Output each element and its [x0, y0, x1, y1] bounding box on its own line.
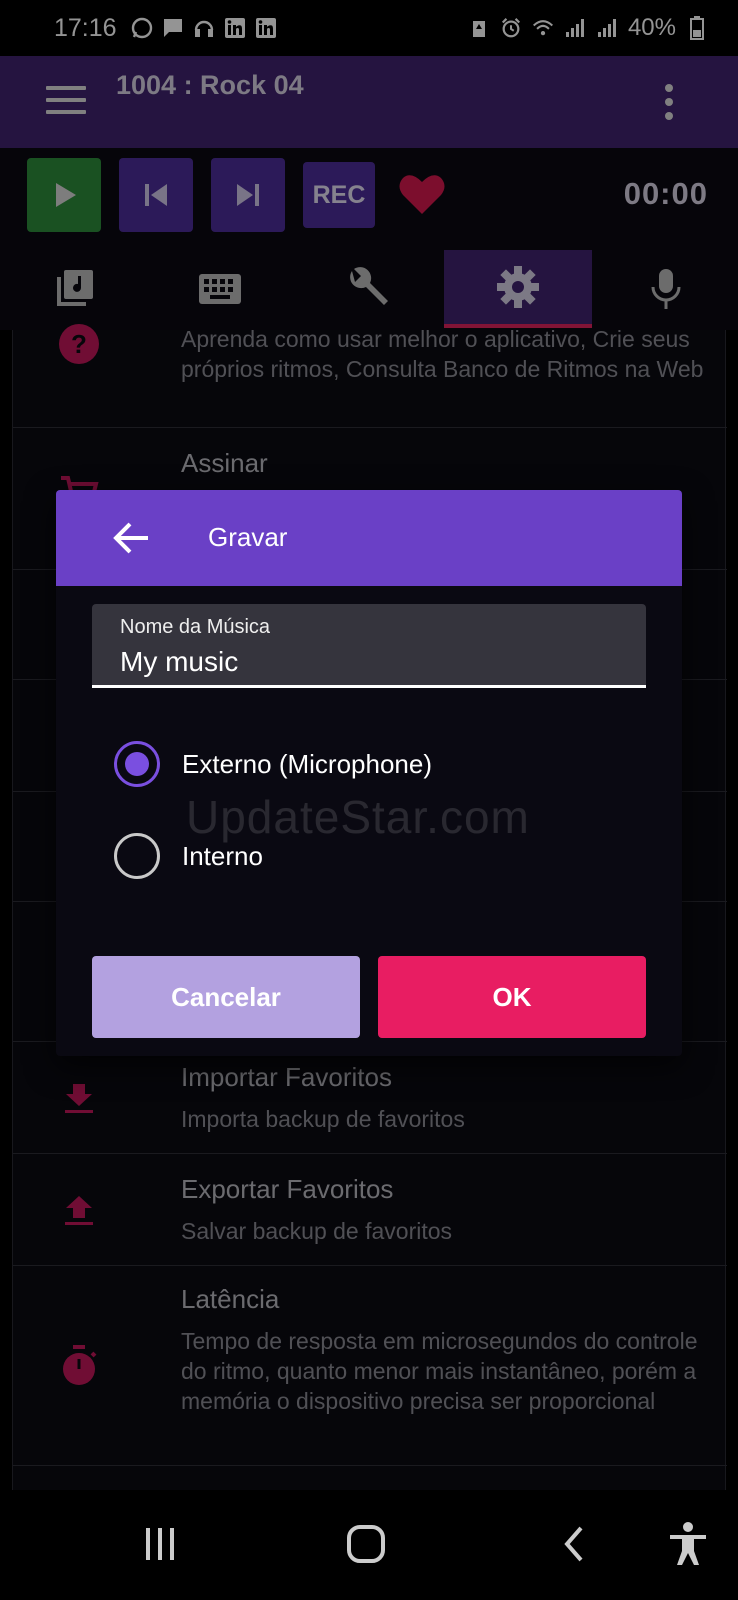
- record-dialog: Gravar Nome da Música Externo (Microphon…: [56, 490, 682, 1056]
- radio-button[interactable]: [114, 833, 160, 879]
- dialog-header: Gravar: [56, 490, 682, 586]
- watermark: UpdateStar.com: [186, 791, 530, 843]
- dialog-title: Gravar: [208, 522, 288, 552]
- radio-button-selected[interactable]: [114, 741, 160, 787]
- song-name-field[interactable]: Nome da Música: [92, 604, 646, 688]
- back-icon[interactable]: [550, 1520, 598, 1568]
- radio-internal-label: Interno: [182, 840, 263, 871]
- radio-external[interactable]: Externo (Microphone): [114, 740, 432, 788]
- recent-apps-icon[interactable]: [136, 1520, 184, 1568]
- ok-button[interactable]: OK: [378, 956, 646, 1038]
- song-name-label: Nome da Música: [120, 616, 271, 638]
- cancel-button[interactable]: Cancelar: [92, 956, 360, 1038]
- accessibility-icon[interactable]: [664, 1520, 712, 1568]
- back-arrow-icon[interactable]: [112, 518, 152, 558]
- system-nav-bar: [0, 1490, 738, 1600]
- song-name-input[interactable]: [120, 646, 620, 678]
- radio-external-label: Externo (Microphone): [182, 748, 432, 779]
- home-icon[interactable]: [342, 1520, 390, 1568]
